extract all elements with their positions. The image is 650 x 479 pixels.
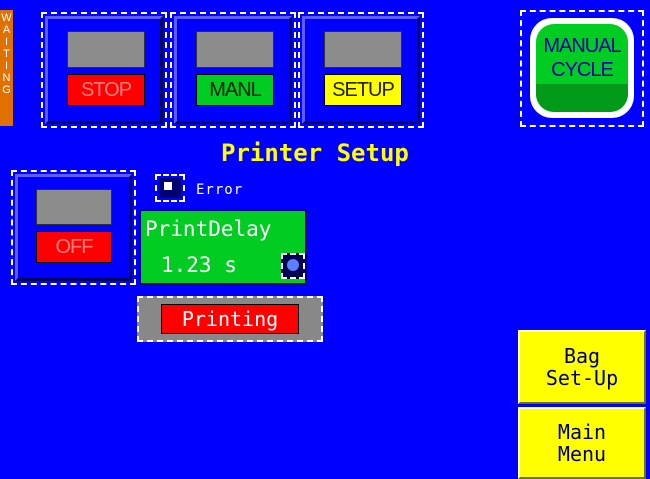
setup-button[interactable]: SETUP [302,16,420,124]
status-letter: T [3,48,10,60]
status-strip-waiting: W A I T I N G [0,10,13,126]
status-letter: A [2,24,11,36]
stop-button-focus: STOP [41,12,167,128]
status-letter: I [4,36,9,48]
bag-setup-line2: Set-Up [545,366,619,390]
print-delay-unit: s [224,253,237,277]
manual-cycle-line2: CYCLE [551,59,614,81]
printing-indicator: Printing [161,304,299,334]
status-letter: N [2,72,11,84]
manl-button-focus: MANL [170,12,296,128]
off-indicator-lamp [36,189,112,225]
manl-button[interactable]: MANL [174,16,292,124]
main-menu-line2: Menu [557,442,607,466]
stop-button-label: STOP [67,74,145,106]
print-delay-label: PrintDelay [145,217,272,241]
manl-indicator-lamp [196,31,274,68]
keypad-icon-dot [287,259,299,271]
print-delay-number: 1.23 [161,253,212,277]
print-delay-value[interactable]: 1.23 s [161,253,237,277]
main-menu-button[interactable]: Main Menu [518,407,646,479]
status-letter: W [1,12,12,24]
setup-indicator-lamp [324,31,402,68]
main-menu-line1: Main [557,420,607,444]
manual-cycle-shadow [536,84,628,112]
setup-button-label: SETUP [324,74,402,106]
manual-cycle-label: MANUAL CYCLE [536,34,628,82]
manual-cycle-button-face: MANUAL CYCLE [536,24,628,112]
status-letter: G [2,84,11,96]
status-letter: I [4,60,9,72]
off-button-focus: OFF [11,170,136,285]
manl-button-label: MANL [196,74,274,106]
off-button[interactable]: OFF [15,174,132,281]
stop-indicator-lamp [67,31,145,68]
bag-setup-button[interactable]: Bag Set-Up [518,330,646,404]
print-delay-panel[interactable]: PrintDelay 1.23 s [139,209,307,285]
page-title: Printer Setup [221,139,409,167]
off-button-label: OFF [36,231,112,263]
error-indicator [159,178,181,198]
printing-indicator-frame: Printing [137,296,323,342]
keypad-icon[interactable] [281,253,305,279]
error-label: Error [196,182,244,198]
bag-setup-line1: Bag [563,344,601,368]
stop-button[interactable]: STOP [45,16,163,124]
error-led [164,182,172,190]
manual-cycle-button[interactable]: MANUAL CYCLE [530,18,634,118]
error-indicator-focus [155,174,185,202]
manual-cycle-line1: MANUAL [543,35,621,57]
manual-cycle-button-focus: MANUAL CYCLE [520,10,644,127]
setup-button-focus: SETUP [298,12,424,128]
